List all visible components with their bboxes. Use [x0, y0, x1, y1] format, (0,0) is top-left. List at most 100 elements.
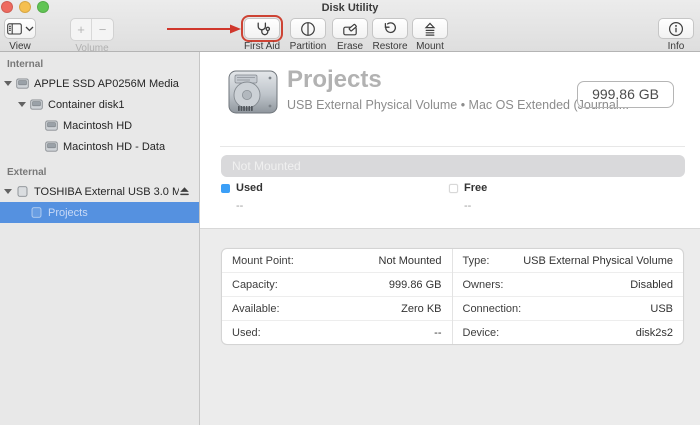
erase-pencil-icon: [342, 21, 358, 37]
detail-label: Capacity:: [232, 279, 278, 291]
view-label: View: [9, 41, 31, 52]
sidebar-item-apple-ssd[interactable]: APPLE SSD AP0256M Media: [0, 73, 199, 94]
eject-icon[interactable]: [179, 186, 190, 197]
capacity-legend: Used -- Free --: [221, 182, 677, 212]
sidebar-item-macintosh-hd[interactable]: Macintosh HD: [0, 115, 199, 136]
restore-arrow-icon: [382, 21, 398, 37]
traffic-lights: [1, 1, 49, 13]
detail-row-available: Available: Zero KB: [222, 297, 452, 321]
detail-value: disk2s2: [636, 327, 673, 339]
size-badge: 999.86 GB: [577, 81, 674, 108]
sidebar-item-container-disk1[interactable]: Container disk1: [0, 94, 199, 115]
detail-label: Used:: [232, 327, 261, 339]
disk-utility-window: Disk Utility View: [0, 0, 700, 425]
used-label: Used: [236, 182, 263, 194]
sidebar-section-external: External: [0, 165, 199, 181]
details-left-column: Mount Point: Not Mounted Capacity: 999.8…: [222, 249, 453, 344]
used-value: --: [236, 200, 449, 212]
free-label: Free: [464, 182, 487, 194]
mount-label: Mount: [416, 41, 444, 52]
sidebar-section-internal: Internal: [0, 57, 199, 73]
detail-row-owners: Owners: Disabled: [453, 273, 684, 297]
mount-button[interactable]: Mount: [412, 18, 448, 52]
sidebar-item-label: Macintosh HD - Data: [63, 141, 165, 153]
sidebar-item-projects[interactable]: Projects: [0, 202, 199, 223]
detail-label: Owners:: [463, 279, 504, 291]
detail-label: Device:: [463, 327, 500, 339]
detail-value: USB: [650, 303, 673, 315]
used-swatch-icon: [221, 184, 230, 193]
detail-value: --: [434, 327, 441, 339]
disclosure-triangle-icon[interactable]: [18, 102, 26, 107]
internal-disk-icon: [45, 141, 58, 152]
partition-button[interactable]: Partition: [286, 18, 330, 52]
stethoscope-icon: [254, 21, 270, 37]
external-disk-icon-ghost: [30, 207, 43, 218]
internal-disk-icon: [45, 120, 58, 131]
toolbar-center-group: First Aid Partition: [240, 18, 448, 52]
info-icon: [668, 21, 684, 37]
info-label: Info: [668, 41, 685, 52]
main-content: Projects USB External Physical Volume • …: [200, 52, 700, 425]
detail-row-used: Used: --: [222, 321, 452, 344]
sidebar-panel-icon: [7, 23, 22, 35]
disclosure-triangle-icon[interactable]: [4, 81, 12, 86]
volume-overview-panel: Projects USB External Physical Volume • …: [200, 52, 700, 229]
sidebar-item-macintosh-hd-data[interactable]: Macintosh HD - Data: [0, 136, 199, 157]
view-button[interactable]: View: [4, 18, 36, 52]
detail-value: USB External Physical Volume: [523, 255, 673, 267]
detail-row-type: Type: USB External Physical Volume: [453, 249, 684, 273]
titlebar: Disk Utility: [0, 0, 700, 16]
sidebar-item-toshiba-external[interactable]: TOSHIBA External USB 3.0 M...: [0, 181, 199, 202]
detail-row-device: Device: disk2s2: [453, 321, 684, 344]
detail-value: Not Mounted: [379, 255, 442, 267]
mount-eject-icon: [422, 21, 438, 37]
detail-label: Type:: [463, 255, 490, 267]
internal-disk-icon: [16, 78, 29, 89]
restore-label: Restore: [372, 41, 407, 52]
detail-label: Mount Point:: [232, 255, 294, 267]
detail-row-capacity: Capacity: 999.86 GB: [222, 273, 452, 297]
detail-label: Available:: [232, 303, 280, 315]
close-button[interactable]: [1, 1, 13, 13]
minimize-button[interactable]: [19, 1, 31, 13]
free-swatch-icon: [449, 184, 458, 193]
legend-used: Used --: [221, 182, 449, 212]
chevron-down-icon: [25, 26, 34, 32]
legend-free: Free --: [449, 182, 677, 212]
internal-disk-icon: [30, 99, 43, 110]
add-volume-button[interactable]: +: [71, 19, 92, 40]
remove-volume-button[interactable]: −: [92, 19, 113, 40]
volume-label: Volume: [75, 43, 108, 54]
sidebar-item-label: APPLE SSD AP0256M Media: [34, 78, 179, 90]
partition-pie-icon: [300, 21, 316, 37]
detail-row-mount-point: Mount Point: Not Mounted: [222, 249, 452, 273]
sidebar-item-label: TOSHIBA External USB 3.0 M...: [34, 186, 179, 198]
sidebar-item-label: Macintosh HD: [63, 120, 132, 132]
erase-button[interactable]: Erase: [332, 18, 368, 52]
detail-label: Connection:: [463, 303, 522, 315]
detail-value: 999.86 GB: [389, 279, 442, 291]
details-right-column: Type: USB External Physical Volume Owner…: [453, 249, 684, 344]
first-aid-button[interactable]: First Aid: [240, 18, 284, 52]
free-value: --: [464, 200, 677, 212]
annotation-arrow: [166, 23, 242, 35]
first-aid-label: First Aid: [244, 41, 280, 52]
detail-value: Disabled: [630, 279, 673, 291]
zoom-button[interactable]: [37, 1, 49, 13]
disclosure-triangle-icon[interactable]: [4, 189, 12, 194]
detail-row-connection: Connection: USB: [453, 297, 684, 321]
detail-value: Zero KB: [401, 303, 441, 315]
window-title: Disk Utility: [0, 0, 700, 16]
info-button[interactable]: Info: [658, 18, 694, 52]
capacity-bar-not-mounted: Not Mounted: [221, 155, 685, 177]
sidebar-item-label: Container disk1: [48, 99, 124, 111]
erase-label: Erase: [337, 41, 363, 52]
window-chrome: Disk Utility View: [0, 0, 700, 52]
sidebar: Internal APPLE SSD AP0256M Media Contain…: [0, 52, 200, 425]
partition-label: Partition: [290, 41, 327, 52]
divider: [220, 146, 685, 147]
toolbar: View + − Volume: [0, 16, 700, 51]
restore-button[interactable]: Restore: [370, 18, 410, 52]
hard-drive-icon: [226, 65, 280, 119]
